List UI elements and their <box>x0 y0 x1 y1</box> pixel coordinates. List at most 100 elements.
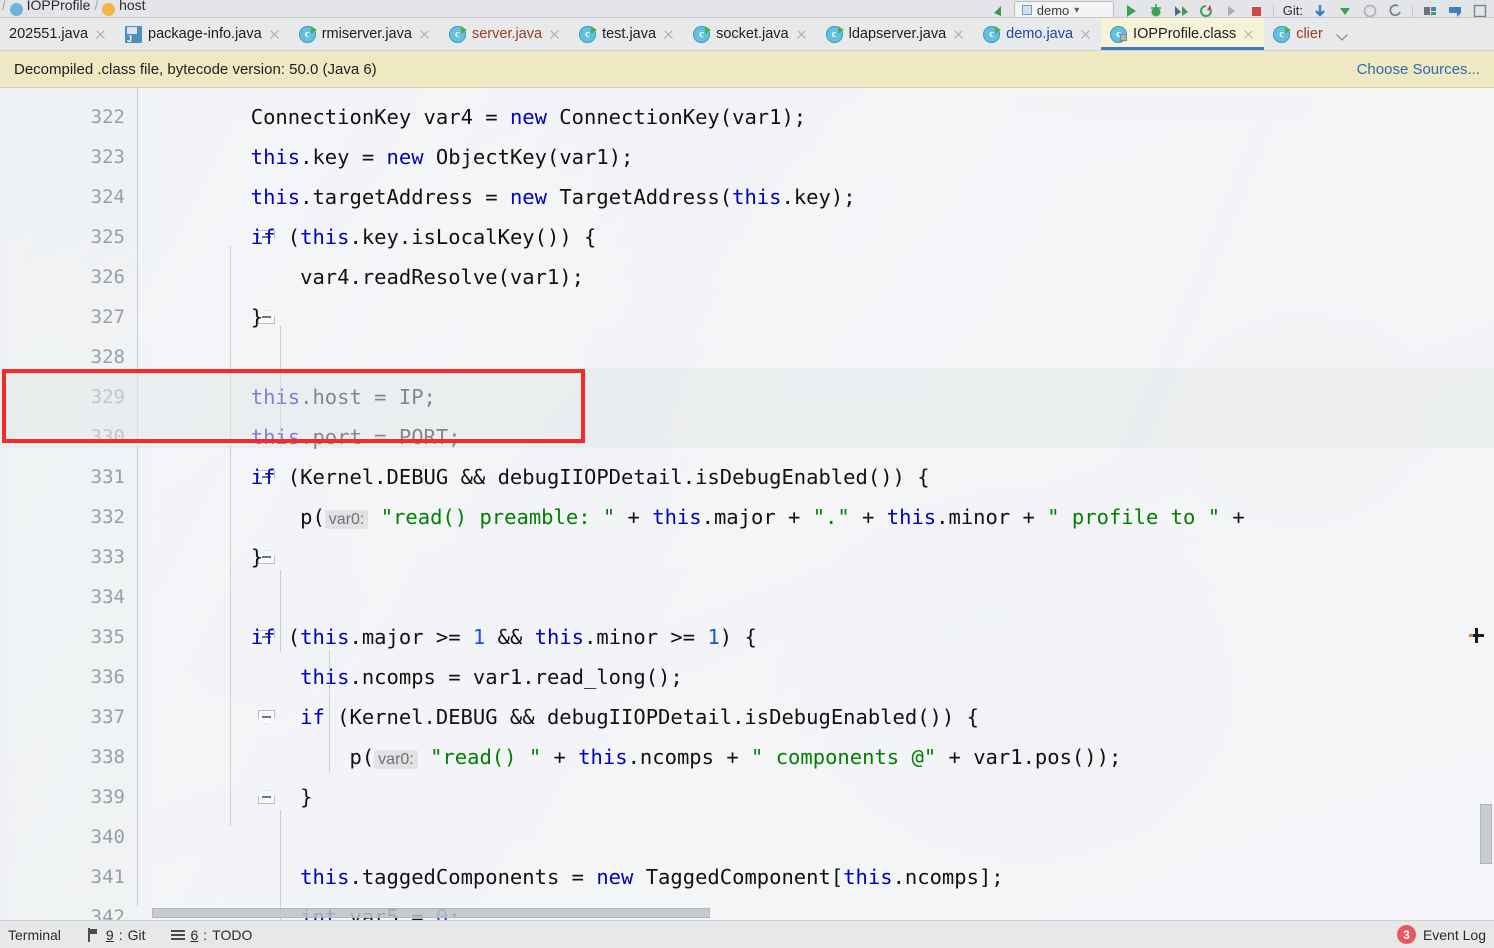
tab-close-icon[interactable] <box>952 28 965 41</box>
code-content[interactable]: ConnectionKey var4 = new ConnectionKey(v… <box>152 88 1494 920</box>
line-number: 322 <box>90 106 125 128</box>
coverage-button[interactable] <box>1173 3 1189 17</box>
maximize-icon[interactable] <box>1472 3 1488 17</box>
vertical-scrollbar[interactable] <box>1478 88 1494 906</box>
indent-guide <box>328 650 330 772</box>
code-line[interactable]: if (Kernel.DEBUG && debugIIOPDetail.isDe… <box>152 457 1494 497</box>
code-line[interactable]: } <box>152 777 1494 817</box>
settings-icon[interactable] <box>1447 3 1463 17</box>
choose-sources-link[interactable]: Choose Sources... <box>1357 61 1480 78</box>
code-token: 1 <box>707 625 720 649</box>
code-line[interactable]: this.ncomps = var1.read_long(); <box>152 657 1494 697</box>
status-item-git[interactable]: 9 : Git <box>87 926 145 943</box>
chevron-down-icon[interactable] <box>1336 27 1350 41</box>
code-line[interactable] <box>152 817 1494 857</box>
editor-tab-clier[interactable]: clier <box>1264 18 1332 50</box>
horizontal-scrollbar-thumb[interactable] <box>152 908 710 918</box>
editor-tab-test-java[interactable]: test.java <box>570 18 684 50</box>
git-colon: : <box>118 926 123 943</box>
editor-tab-socket-java[interactable]: socket.java <box>684 18 817 50</box>
line-number: 323 <box>90 146 125 168</box>
line-number: 333 <box>90 546 125 568</box>
breadcrumb-item-class[interactable]: IOPProfile <box>27 0 91 12</box>
tab-close-icon[interactable] <box>418 28 431 41</box>
code-line[interactable]: if (this.key.isLocalKey()) { <box>152 217 1494 257</box>
git-commit-icon[interactable] <box>1337 3 1353 17</box>
breadcrumb-separator: / <box>94 0 99 13</box>
editor-tab-ldapserver-java[interactable]: ldapserver.java <box>817 18 975 50</box>
code-token: + <box>1220 505 1245 529</box>
editor-tab-202551-java[interactable]: 202551.java <box>0 18 116 50</box>
line-number: 338 <box>90 746 125 768</box>
code-line[interactable]: if (this.major >= 1 && this.minor >= 1) … <box>152 617 1494 657</box>
code-token: .major >= <box>349 625 473 649</box>
tab-close-icon[interactable] <box>94 28 107 41</box>
run-button[interactable] <box>1123 3 1139 17</box>
code-line[interactable]: p(var0: "read() " + this.ncomps + " comp… <box>152 737 1494 777</box>
line-number: 334 <box>90 586 125 608</box>
code-editor[interactable]: 3223233243253263273283293303313323333343… <box>0 88 1494 920</box>
tab-close-icon[interactable] <box>548 28 561 41</box>
code-token: "read() preamble: " <box>380 505 616 529</box>
breadcrumb-item-field[interactable]: host <box>119 0 145 12</box>
tab-close-icon[interactable] <box>795 28 808 41</box>
git-label: Git: <box>1282 3 1303 18</box>
tab-close-icon[interactable] <box>662 28 675 41</box>
code-token: if <box>300 705 325 729</box>
java-class-icon <box>1273 25 1292 43</box>
run-configuration-label: demo <box>1036 2 1070 18</box>
code-token: (Kernel.DEBUG && debugIIOPDetail.isDebug… <box>275 465 930 489</box>
code-token: this <box>250 185 301 209</box>
code-token: ConnectionKey(var1); <box>546 105 807 129</box>
git-update-icon[interactable] <box>1312 3 1328 17</box>
horizontal-scrollbar[interactable] <box>152 906 1464 920</box>
java-class-icon <box>298 25 317 43</box>
line-number: 337 <box>90 706 125 728</box>
code-line[interactable]: var4.readResolve(var1); <box>152 257 1494 297</box>
status-item-todo[interactable]: 6 : TODO <box>171 927 252 943</box>
tab-close-icon[interactable] <box>1079 28 1092 41</box>
editor-tab-server-java[interactable]: server.java <box>440 18 570 50</box>
stop-button[interactable] <box>1248 3 1264 17</box>
tab-close-icon[interactable] <box>1242 28 1255 41</box>
status-item-terminal[interactable]: Terminal <box>8 927 61 943</box>
code-line[interactable]: if (Kernel.DEBUG && debugIIOPDetail.isDe… <box>152 697 1494 737</box>
code-line[interactable]: this.key = new ObjectKey(var1); <box>152 137 1494 177</box>
line-number: 339 <box>90 786 125 808</box>
code-token: this <box>300 625 350 649</box>
code-token: new <box>596 865 634 889</box>
code-token: this <box>652 505 702 529</box>
tab-close-icon[interactable] <box>268 28 281 41</box>
run-configuration-selector[interactable]: demo ▾ <box>1013 1 1114 18</box>
code-token: && <box>485 625 535 649</box>
line-number-gutter[interactable]: 3223233243253263273283293303313323333343… <box>10 88 139 920</box>
editor-tab-package-info-java[interactable]: package-info.java <box>116 18 290 50</box>
editor-tab-rmiserver-java[interactable]: rmiserver.java <box>290 18 440 50</box>
code-line[interactable] <box>152 577 1494 617</box>
code-line[interactable]: } <box>152 297 1494 337</box>
profile-button[interactable] <box>1198 3 1214 17</box>
vertical-scrollbar-thumb[interactable] <box>1480 804 1492 864</box>
tab-label: demo.java <box>1006 26 1074 42</box>
back-arrow-icon[interactable] <box>989 3 1005 17</box>
code-line[interactable]: this.targetAddress = new TargetAddress(t… <box>152 177 1494 217</box>
line-number: 332 <box>90 506 125 528</box>
editor-tab-demo-java[interactable]: demo.java <box>974 18 1101 50</box>
code-token: .ncomps]; <box>892 865 1004 889</box>
debug-button[interactable] <box>1148 3 1164 17</box>
git-rollback-icon[interactable] <box>1387 3 1403 17</box>
git-history-icon[interactable] <box>1362 3 1378 17</box>
code-line[interactable]: } <box>152 537 1494 577</box>
code-folding-strip[interactable] <box>128 88 275 920</box>
code-line[interactable]: ConnectionKey var4 = new ConnectionKey(v… <box>152 97 1494 137</box>
search-everywhere-icon[interactable] <box>1422 3 1438 17</box>
event-log-label[interactable]: Event Log <box>1423 927 1486 943</box>
code-line[interactable]: p(var0: "read() preamble: " + this.major… <box>152 497 1494 537</box>
code-line[interactable]: this.taggedComponents = new TaggedCompon… <box>152 857 1494 897</box>
todo-shortcut: 6 <box>190 926 199 943</box>
editor-left-stripe <box>0 88 10 920</box>
run-with-profiler-button[interactable] <box>1223 3 1239 17</box>
code-token: ) { <box>719 625 757 649</box>
editor-tab-iopprofile-class[interactable]: IOPProfile.class <box>1101 18 1265 50</box>
